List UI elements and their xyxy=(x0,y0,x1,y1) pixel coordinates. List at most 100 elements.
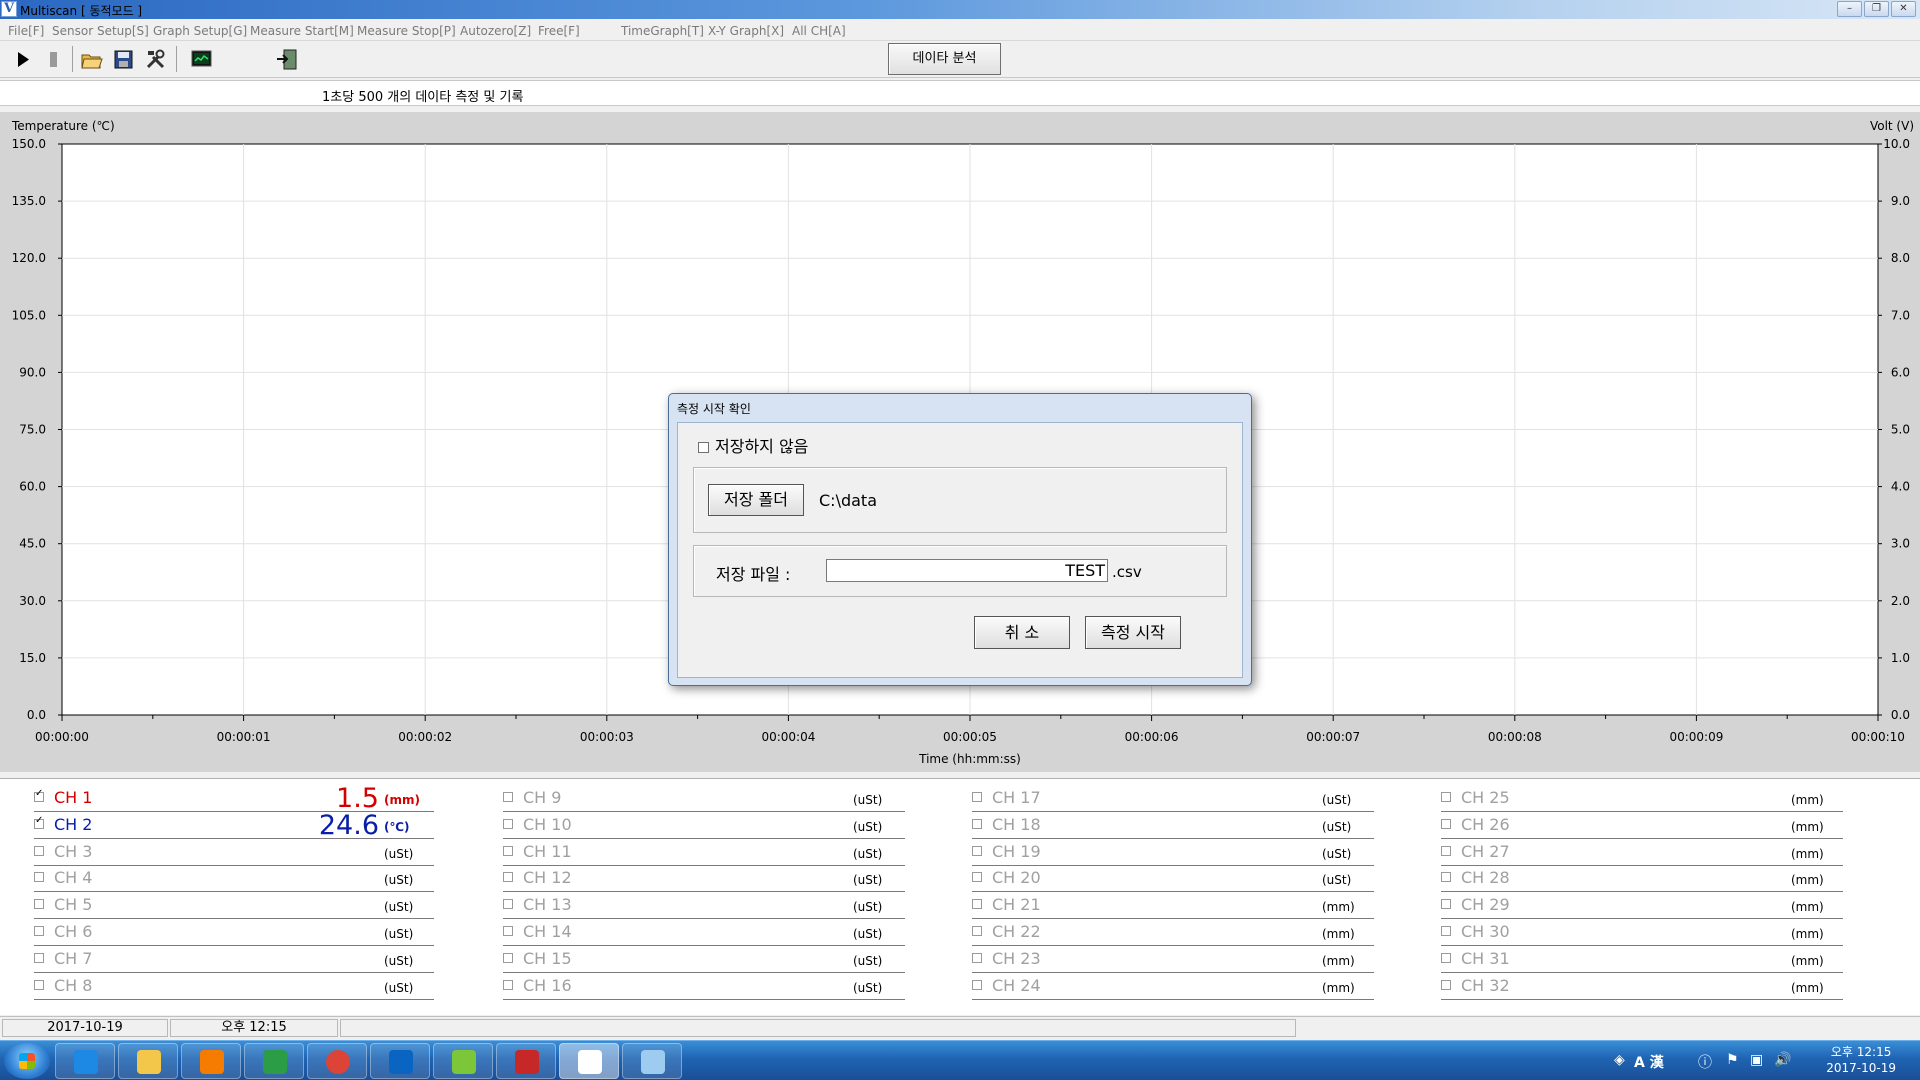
taskbar-app[interactable] xyxy=(433,1043,493,1079)
start-measure-button[interactable]: 측정 시작 xyxy=(1085,616,1181,649)
channel-unit: (uSt) xyxy=(384,980,414,995)
explorer-icon xyxy=(137,1050,161,1074)
channel-checkbox[interactable] xyxy=(503,792,513,802)
taskbar-clock[interactable]: 오후 12:15 2017-10-19 xyxy=(1826,1044,1896,1076)
file-name-input[interactable]: TEST xyxy=(826,559,1108,582)
restore-button[interactable]: ❐ xyxy=(1864,1,1889,17)
save-disk-icon[interactable] xyxy=(110,46,137,73)
export-icon[interactable] xyxy=(274,46,301,73)
channel-label: CH 10 xyxy=(523,814,572,834)
channel-checkbox[interactable] xyxy=(1441,899,1451,910)
no-save-checkbox[interactable] xyxy=(698,442,709,453)
channel-checkbox[interactable] xyxy=(972,872,982,883)
menu-all-ch[interactable]: All CH[A] xyxy=(792,24,846,38)
window-title: Multiscan [ 동적모드 ] xyxy=(20,4,143,18)
volume-icon[interactable]: 🔊 xyxy=(1774,1052,1791,1068)
toolbar-separator xyxy=(176,46,177,72)
channel-label: CH 19 xyxy=(992,841,1041,861)
channel-checkbox[interactable] xyxy=(1441,926,1451,936)
no-save-option[interactable]: 저장하지 않음 xyxy=(698,433,808,457)
menu-graph-setup[interactable]: Graph Setup[G] xyxy=(153,24,247,38)
channel-label: CH 8 xyxy=(54,975,93,995)
channel-checkbox[interactable] xyxy=(1441,845,1451,856)
channel-checkbox[interactable] xyxy=(1441,872,1451,883)
y-right-tick-label: 3.0 xyxy=(1891,537,1910,551)
menu-measure-stop[interactable]: Measure Stop[P] xyxy=(357,24,456,38)
channel-checkbox[interactable] xyxy=(1441,792,1451,802)
taskbar-app[interactable] xyxy=(55,1043,115,1079)
tray-shield-icon[interactable]: ◈ xyxy=(1614,1052,1625,1068)
network-icon[interactable]: ▣ xyxy=(1750,1052,1763,1068)
menu-file[interactable]: File[F] xyxy=(8,24,44,38)
channel-checkbox[interactable] xyxy=(34,815,44,829)
channel-checkbox[interactable] xyxy=(503,818,513,829)
channel-row: CH 10 (uSt) xyxy=(503,812,905,839)
y-left-tick-label: 105.0 xyxy=(12,308,46,322)
taskbar-app[interactable] xyxy=(496,1043,556,1079)
channel-row: CH 30 (mm) xyxy=(1441,919,1843,946)
taskbar-app[interactable] xyxy=(370,1043,430,1079)
y-left-tick-label: 0.0 xyxy=(27,708,46,722)
tools-icon[interactable] xyxy=(142,46,169,73)
channel-checkbox[interactable] xyxy=(34,872,44,883)
data-analysis-button[interactable]: 데이타 분석 xyxy=(888,43,1001,75)
channel-label: CH 29 xyxy=(1461,895,1510,915)
channel-value: 24.6 xyxy=(318,809,379,841)
taskbar-app[interactable] xyxy=(559,1043,619,1079)
play-icon[interactable] xyxy=(9,46,36,73)
channel-checkbox[interactable] xyxy=(34,926,44,936)
channel-checkbox[interactable] xyxy=(503,952,513,963)
channel-row: CH 27 (mm) xyxy=(1441,839,1843,866)
channel-checkbox[interactable] xyxy=(1441,818,1451,829)
close-button[interactable]: ✕ xyxy=(1891,1,1916,17)
channel-checkbox[interactable] xyxy=(1441,979,1451,990)
app-icon[interactable]: V xyxy=(1,1,17,17)
minimize-button[interactable]: – xyxy=(1837,1,1862,17)
channel-label: CH 27 xyxy=(1461,841,1510,861)
channel-checkbox[interactable] xyxy=(972,952,982,963)
channel-checkbox[interactable] xyxy=(34,788,44,802)
channel-checkbox[interactable] xyxy=(972,979,982,990)
channel-checkbox[interactable] xyxy=(1441,952,1451,963)
channel-checkbox[interactable] xyxy=(503,979,513,990)
menu-xy-graph[interactable]: X-Y Graph[X] xyxy=(708,24,784,38)
monitor-icon[interactable] xyxy=(188,46,215,73)
channel-checkbox[interactable] xyxy=(972,845,982,856)
channel-checkbox[interactable] xyxy=(34,899,44,910)
channel-checkbox[interactable] xyxy=(972,926,982,936)
channel-checkbox[interactable] xyxy=(503,926,513,936)
taskbar-app[interactable] xyxy=(118,1043,178,1079)
channel-checkbox[interactable] xyxy=(503,845,513,856)
taskbar-app[interactable] xyxy=(244,1043,304,1079)
channel-checkbox[interactable] xyxy=(34,845,44,856)
menu-timegraph[interactable]: TimeGraph[T] xyxy=(621,24,704,38)
channel-checkbox[interactable] xyxy=(972,818,982,829)
status-date: 2017-10-19 xyxy=(2,1019,168,1037)
help-icon[interactable]: ⓘ xyxy=(1698,1052,1712,1072)
ime-indicator[interactable]: A 漢 xyxy=(1634,1052,1664,1072)
menu-free[interactable]: Free[F] xyxy=(538,24,580,38)
menu-autozero[interactable]: Autozero[Z] xyxy=(460,24,531,38)
x-tick-label: 00:00:00 xyxy=(35,730,89,744)
channel-checkbox[interactable] xyxy=(34,979,44,990)
stop-icon[interactable] xyxy=(40,46,67,73)
channel-unit: (uSt) xyxy=(853,900,883,915)
channel-checkbox[interactable] xyxy=(34,952,44,963)
channel-checkbox[interactable] xyxy=(972,899,982,910)
chrome-icon xyxy=(326,1050,350,1074)
menu-measure-start[interactable]: Measure Start[M] xyxy=(250,24,354,38)
save-folder-button[interactable]: 저장 폴더 xyxy=(708,484,804,516)
open-folder-icon[interactable] xyxy=(78,46,105,73)
taskbar-app[interactable] xyxy=(181,1043,241,1079)
start-button[interactable] xyxy=(4,1043,50,1079)
channel-checkbox[interactable] xyxy=(503,899,513,910)
channel-checkbox[interactable] xyxy=(503,872,513,883)
menu-sensor-setup[interactable]: Sensor Setup[S] xyxy=(52,24,149,38)
taskbar-app[interactable] xyxy=(307,1043,367,1079)
cancel-button[interactable]: 취 소 xyxy=(974,616,1070,649)
channel-checkbox[interactable] xyxy=(972,792,982,802)
flag-icon[interactable]: ⚑ xyxy=(1726,1052,1739,1068)
channel-label: CH 13 xyxy=(523,895,572,915)
channel-row: CH 29 (mm) xyxy=(1441,892,1843,920)
taskbar-app[interactable] xyxy=(622,1043,682,1079)
